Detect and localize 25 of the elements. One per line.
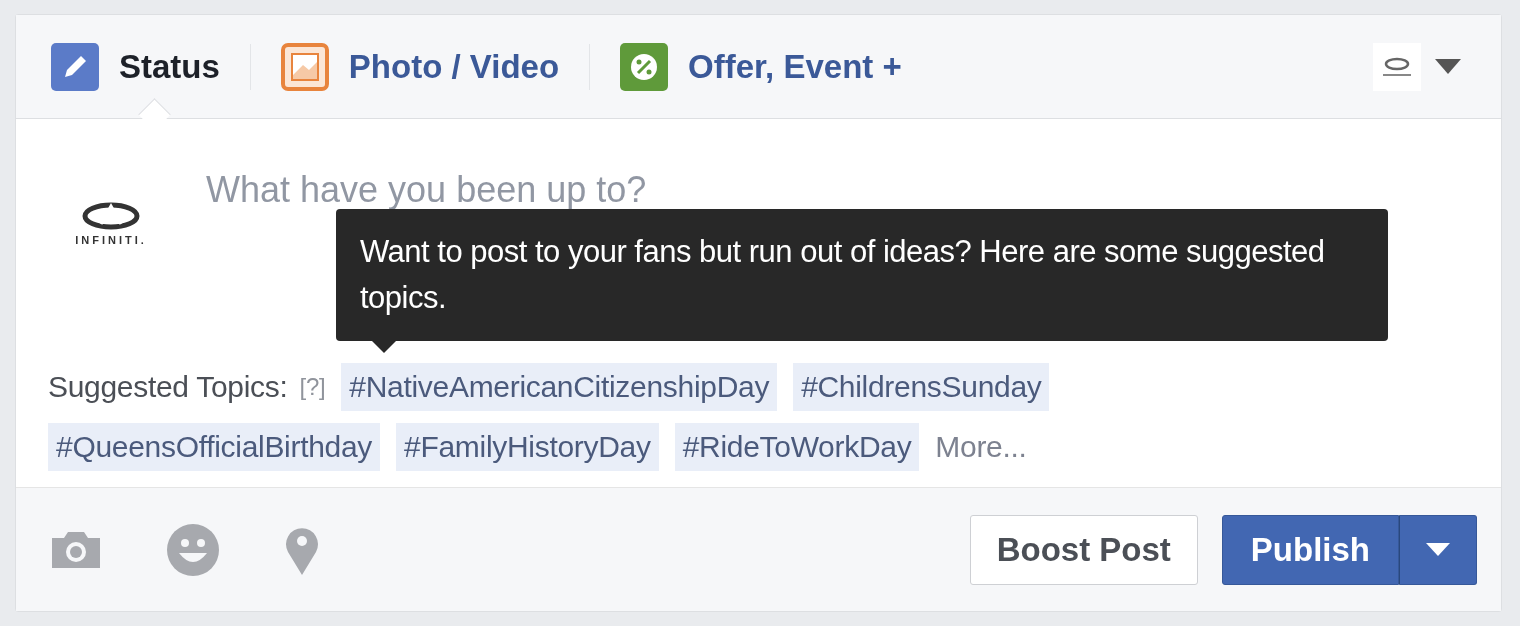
topic-tag[interactable]: #FamilyHistoryDay <box>396 423 659 471</box>
page-selector[interactable] <box>1373 42 1461 91</box>
logo-icon <box>1373 42 1421 91</box>
topic-tag[interactable]: #NativeAmericanCitizenshipDay <box>341 363 778 411</box>
boost-post-button[interactable]: Boost Post <box>969 514 1198 585</box>
caret-icon <box>1426 542 1450 557</box>
topic-tag[interactable]: #QueensOfficialBirthday <box>48 423 381 471</box>
more-link[interactable]: More... <box>935 430 1027 464</box>
composer-tab[interactable]: Status <box>51 36 220 97</box>
pencil-icon <box>51 42 99 91</box>
smiley-icon <box>166 522 220 577</box>
topic-tag[interactable]: #RideToWorkDay <box>674 423 920 471</box>
suggested-topics-label: Suggested Topics: <box>48 370 288 404</box>
percent-badge-icon <box>620 42 669 91</box>
topic-tag[interactable]: #ChildrensSunday <box>793 363 1050 411</box>
publish-button[interactable]: Publish <box>1221 514 1399 585</box>
help-link[interactable]: [?] <box>299 373 326 401</box>
caret-icon <box>1435 58 1461 75</box>
publish-menu-button[interactable] <box>1399 514 1477 585</box>
status-input-field[interactable]: What have you been up to? <box>206 169 1206 211</box>
picture-frame-icon <box>280 42 329 91</box>
logo-text: INFINITI. <box>75 234 147 246</box>
camera-icon <box>50 529 102 570</box>
composer-tab[interactable]: Offer, Event + <box>620 36 902 97</box>
composer-tab[interactable]: Photo / Video <box>280 36 560 97</box>
